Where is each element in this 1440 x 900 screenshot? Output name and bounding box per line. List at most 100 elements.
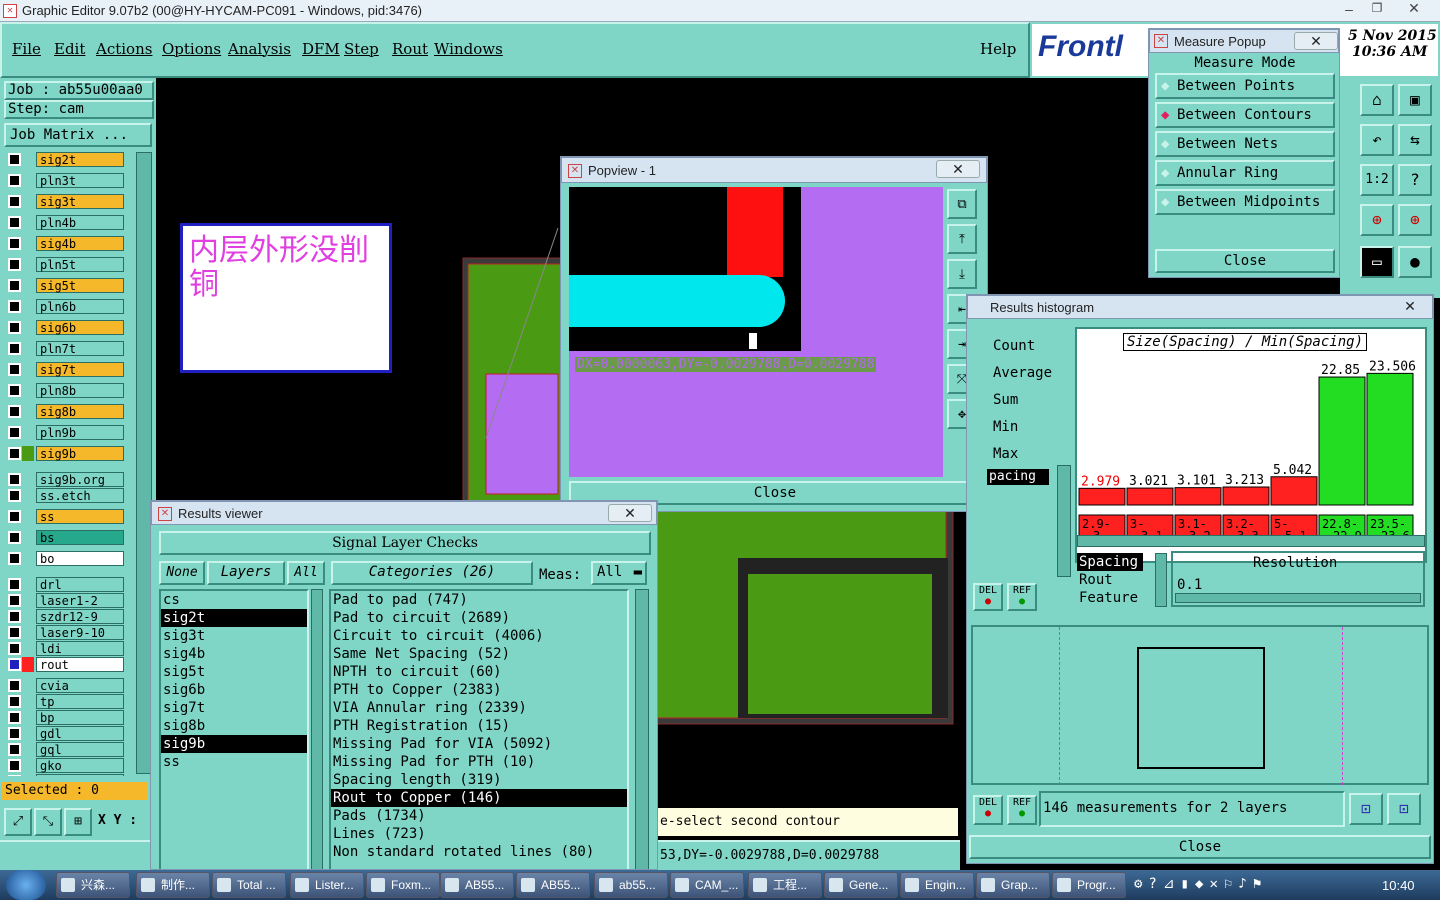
del-button[interactable]: DEL ● xyxy=(973,795,1003,825)
layer-checkbox[interactable] xyxy=(8,775,21,776)
histogram-bar[interactable] xyxy=(1318,376,1366,506)
layer-row[interactable]: gml xyxy=(6,774,124,776)
histogram-close-button[interactable]: Close xyxy=(969,835,1431,859)
layer-row[interactable]: bs xyxy=(6,530,124,545)
categories-button[interactable]: Categories (26) xyxy=(331,561,533,585)
result-layer-item[interactable]: sig2t xyxy=(161,609,307,627)
layer-row[interactable]: pln8b xyxy=(6,383,124,398)
layer-row[interactable]: pln3t xyxy=(6,173,124,188)
layer-checkbox[interactable] xyxy=(8,759,21,772)
menu-dfm[interactable]: DFM xyxy=(302,40,340,58)
layer-checkbox[interactable] xyxy=(8,743,21,756)
layer-row[interactable]: gdl xyxy=(6,726,124,741)
check-item[interactable]: PTH Registration (15) xyxy=(331,717,627,735)
spacing-selector[interactable]: pacing xyxy=(987,469,1049,485)
histogram-close-icon[interactable]: ✕ xyxy=(1388,298,1432,316)
layer-checkbox[interactable] xyxy=(8,426,21,439)
taskbar-item[interactable]: 兴森... xyxy=(56,872,130,898)
taskbar-item[interactable]: 工程... xyxy=(748,872,822,898)
start-button[interactable] xyxy=(6,870,46,900)
option-rout[interactable]: Rout xyxy=(1077,571,1157,589)
check-item[interactable]: VIA Annular ring (2339) xyxy=(331,699,627,717)
check-item[interactable]: Circuit to circuit (4006) xyxy=(331,627,627,645)
scale-icon[interactable]: 1:2 xyxy=(1360,164,1394,196)
taskbar-item[interactable]: Grap... xyxy=(976,872,1050,898)
ruler-icon[interactable]: ▭ xyxy=(1360,246,1394,278)
layer-row[interactable]: szdr12-9 xyxy=(6,609,124,624)
taskbar-item[interactable]: ab55... xyxy=(594,872,668,898)
result-layer-item[interactable]: sig3t xyxy=(161,627,307,645)
ref-button[interactable]: REF ● xyxy=(1007,795,1037,825)
taskbar-item[interactable]: 制作... xyxy=(136,872,210,898)
check-item[interactable]: Non standard rotated lines (80) xyxy=(331,843,627,861)
layers-button[interactable]: Layers xyxy=(207,561,285,585)
window-icon[interactable]: ▣ xyxy=(1398,84,1432,116)
layer-checkbox[interactable] xyxy=(8,363,21,376)
layer-checkbox[interactable] xyxy=(8,695,21,708)
layer-checkbox[interactable] xyxy=(8,447,21,460)
layer-row[interactable]: sig9b.org xyxy=(6,472,124,487)
layer-row[interactable]: laser9-10 xyxy=(6,625,124,640)
taskbar-item[interactable]: Progr... xyxy=(1052,872,1126,898)
histogram-bar[interactable] xyxy=(1222,486,1270,506)
layer-row[interactable]: bp xyxy=(6,710,124,725)
minimize-button[interactable]: – xyxy=(1338,1,1360,19)
layer-checkbox[interactable] xyxy=(8,279,21,292)
result-layer-item[interactable]: sig9b xyxy=(161,735,307,753)
layer-row[interactable]: pln6b xyxy=(6,299,124,314)
dot-icon[interactable]: ● xyxy=(1398,246,1432,278)
histogram-bar[interactable] xyxy=(1270,476,1318,506)
maximize-button[interactable]: ❐ xyxy=(1366,1,1388,19)
layer-checkbox[interactable] xyxy=(8,174,21,187)
layer-checkbox[interactable] xyxy=(8,384,21,397)
taskbar-item[interactable]: CAM_... xyxy=(670,872,744,898)
stats-scrollbar[interactable] xyxy=(1057,465,1071,577)
menu-actions[interactable]: Actions xyxy=(96,40,152,58)
check-item[interactable]: Pad to circuit (2689) xyxy=(331,609,627,627)
layer-checkbox[interactable] xyxy=(8,153,21,166)
check-item[interactable]: PTH to Copper (2383) xyxy=(331,681,627,699)
layer-row[interactable]: ss xyxy=(6,509,124,524)
tray-icons[interactable]: ⚙?⊿▮◆✕⚐♪⚑ xyxy=(1134,876,1267,892)
layer-row[interactable]: sig2t xyxy=(6,152,124,167)
layer-listbox-scroll[interactable] xyxy=(311,589,323,869)
layer-checkbox[interactable] xyxy=(8,195,21,208)
layer-checkbox[interactable] xyxy=(8,578,21,591)
check-item[interactable]: Rout to Copper (146) xyxy=(331,789,627,807)
layer-row[interactable]: sig7t xyxy=(6,362,124,377)
layer-checkbox[interactable] xyxy=(8,531,21,544)
layer-checkbox[interactable] xyxy=(8,473,21,486)
layer-checkbox[interactable] xyxy=(8,679,21,692)
layer-checkbox[interactable] xyxy=(8,610,21,623)
check-item[interactable]: Lines (723) xyxy=(331,825,627,843)
histogram-bar[interactable] xyxy=(1174,487,1222,506)
menu-rout[interactable]: Rout xyxy=(392,40,428,58)
check-item[interactable]: Missing Pad for VIA (5092) xyxy=(331,735,627,753)
layer-checkbox[interactable] xyxy=(8,552,21,565)
layer-row[interactable]: sig3t xyxy=(6,194,124,209)
layer-row[interactable]: pln7t xyxy=(6,341,124,356)
check-item[interactable]: NPTH to circuit (60) xyxy=(331,663,627,681)
layer-row[interactable]: tp xyxy=(6,694,124,709)
home-icon[interactable]: ⌂ xyxy=(1360,84,1394,116)
layer-checkbox[interactable] xyxy=(8,216,21,229)
layer-row[interactable]: laser1-2 xyxy=(6,593,124,608)
histogram-bar[interactable] xyxy=(1078,487,1126,506)
measure-option[interactable]: ◆ Between Contours xyxy=(1155,102,1335,128)
menu-analysis[interactable]: Analysis xyxy=(228,40,291,58)
measure-option[interactable]: ◆ Between Nets xyxy=(1155,131,1335,157)
ref-button-top[interactable]: REF ● xyxy=(1007,583,1037,611)
histogram-export2-icon[interactable]: ⊡ xyxy=(1387,793,1421,825)
result-layer-item[interactable]: cs xyxy=(161,591,307,609)
layer-checkbox[interactable] xyxy=(8,300,21,313)
results-viewer-close-icon[interactable]: ✕ xyxy=(608,504,652,522)
measure-option[interactable]: ◆ Between Points xyxy=(1155,73,1335,99)
menu-step[interactable]: Step xyxy=(344,40,379,58)
taskbar-item[interactable]: Lister... xyxy=(290,872,364,898)
layer-row[interactable]: sig5t xyxy=(6,278,124,293)
menu-edit[interactable]: Edit xyxy=(54,40,85,58)
layer-row[interactable]: cvia xyxy=(6,678,124,693)
taskbar-item[interactable]: Engin... xyxy=(900,872,974,898)
layer-checkbox[interactable] xyxy=(8,342,21,355)
measure-option[interactable]: ◆ Between Midpoints xyxy=(1155,189,1335,215)
